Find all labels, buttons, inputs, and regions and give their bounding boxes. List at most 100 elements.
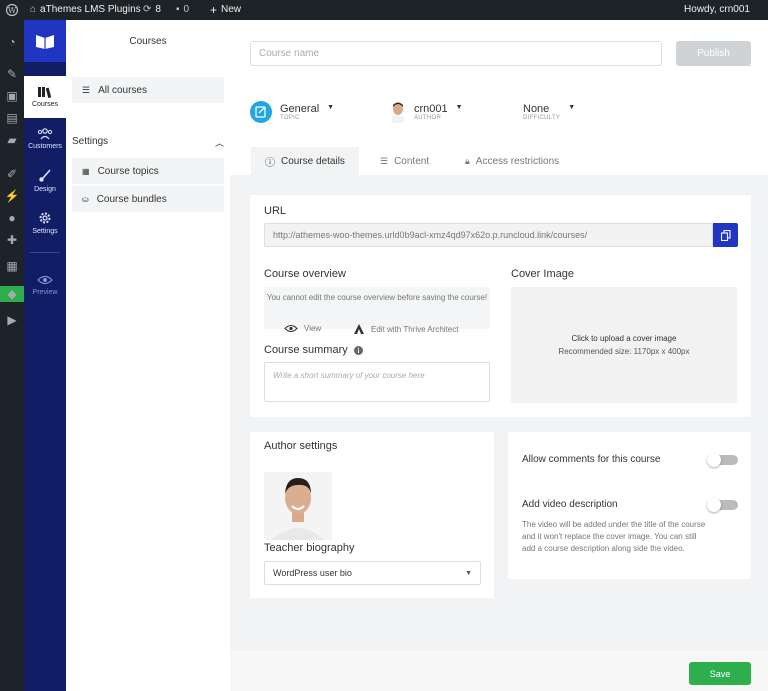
copy-url-button[interactable] — [713, 223, 738, 247]
new-content-link[interactable]: + New — [210, 0, 241, 20]
comments-link[interactable]: ▪ 0 — [176, 0, 189, 20]
my-account-link[interactable]: Howdy, crn001 — [684, 0, 750, 20]
allow-comments-toggle[interactable] — [707, 453, 738, 467]
sidebar-item-label: Course topics — [97, 165, 159, 177]
cover-label: Cover Image — [511, 268, 574, 280]
tab-label: Access restrictions — [475, 155, 560, 167]
teacher-bio-select[interactable]: WordPress user bio ▼ — [264, 561, 481, 585]
rail-courses[interactable]: Courses — [24, 76, 66, 118]
rail-label-courses: Courses — [31, 101, 59, 108]
users-menu-icon[interactable]: ● — [4, 210, 20, 226]
svg-text:W: W — [8, 6, 17, 15]
topic-value: General — [280, 102, 320, 115]
course-details-card: URL http://athemes-woo-themes.urld0b9acl… — [250, 195, 751, 417]
rail-label-preview: Preview — [32, 289, 58, 296]
video-help-text: The video will be added under the title … — [522, 520, 706, 553]
rail-preview[interactable]: Preview — [24, 264, 66, 306]
rail-label-design: Design — [34, 186, 56, 193]
topic-selector[interactable]: General TOPIC ▼ — [250, 100, 334, 124]
tab-label: Course details — [281, 155, 345, 167]
sidebar-title: Courses — [129, 36, 167, 47]
author-value: crn001 — [414, 102, 448, 115]
info-icon[interactable] — [353, 345, 363, 355]
overview-label: Course overview — [264, 268, 346, 280]
brush-icon — [39, 169, 51, 182]
author-settings-heading: Author settings — [264, 440, 338, 452]
author-settings-card: Author settings Teacher biography WordPr… — [250, 432, 494, 598]
sidebar-item-label: All courses — [98, 84, 147, 96]
dashboard-icon[interactable]: ◔ — [4, 34, 20, 50]
play-icon[interactable]: ▶ — [4, 312, 20, 328]
media-icon[interactable]: ▣ — [4, 88, 20, 104]
thrive-architect-icon — [354, 324, 364, 334]
topic-icon — [250, 101, 272, 123]
greeting: Howdy, crn001 — [684, 4, 750, 15]
lock-icon: 🔒︎ — [465, 155, 470, 166]
sidebar-item-label: Course bundles — [96, 193, 167, 205]
tab-course-details[interactable]: ⓘ Course details — [251, 147, 359, 175]
pages-icon[interactable]: ▤ — [4, 110, 20, 126]
url-label: URL — [264, 205, 287, 217]
rail-design[interactable]: Design — [24, 160, 66, 202]
url-field[interactable]: http://athemes-woo-themes.urld0b9acl-xmz… — [264, 223, 713, 247]
grid-icon: ▦ — [82, 166, 90, 176]
summary-label-row: Course summary — [264, 344, 363, 356]
comments-menu-icon[interactable]: ▰ — [4, 132, 20, 148]
wp-admin-menu: ◔ ✎ ▣ ▤ ▰ ✐ ⚡ ● ✚ ▦ ◆ ▶ — [0, 20, 24, 691]
settings-menu-icon[interactable]: ▦ — [4, 258, 20, 274]
edit-with-architect-link[interactable]: Edit with Thrive Architect — [354, 324, 458, 334]
site-name-link[interactable]: ⌂ aThemes LMS Plugins — [30, 0, 141, 20]
admin-bar: W ⌂ aThemes LMS Plugins ⟳ 8 ▪ 0 + New Ho… — [0, 0, 768, 20]
sidebar-item-course-topics[interactable]: ▦ Course topics — [72, 158, 224, 184]
eye-icon — [284, 324, 298, 333]
caret-down-icon: ▼ — [465, 569, 472, 577]
edit-label: Edit with Thrive Architect — [371, 324, 459, 334]
toggle-knob — [707, 498, 721, 512]
save-button[interactable]: Save — [689, 662, 751, 685]
toggle-knob — [707, 453, 721, 467]
refresh-icon: ⟳ — [143, 4, 152, 15]
cover-upload-text: Click to upload a cover image — [571, 334, 677, 343]
eye-icon — [37, 275, 53, 285]
rail-settings[interactable]: Settings — [24, 202, 66, 244]
view-link[interactable]: View — [284, 324, 321, 333]
teacher-bio-value: WordPress user bio — [273, 568, 352, 578]
course-name-input[interactable]: Course name — [250, 41, 662, 66]
users-icon — [37, 128, 53, 140]
sidebar-item-all-courses[interactable]: ☰ All courses — [72, 77, 224, 103]
video-description-label: Add video description — [522, 499, 618, 510]
difficulty-selector[interactable]: None DIFFICULTY ▼ — [523, 100, 575, 124]
main-panel: Course name Publish General TOPIC ▼ crn00… — [230, 20, 768, 691]
info-icon: ⓘ — [265, 157, 275, 169]
topic-caption: TOPIC — [280, 114, 300, 121]
tab-content[interactable]: ☰ Content — [366, 147, 443, 175]
publish-button[interactable]: Publish — [676, 41, 751, 66]
appearance-icon[interactable]: ✐ — [4, 166, 20, 182]
rail-customers[interactable]: Customers — [24, 118, 66, 160]
plugins-icon[interactable]: ⚡ — [4, 188, 20, 204]
settings-section-header[interactable]: Settings ︿ — [72, 136, 224, 149]
summary-textarea[interactable]: Write a short summary of your course her… — [264, 362, 490, 402]
author-caption: AUTHOR — [414, 114, 442, 121]
video-description-toggle[interactable] — [707, 498, 738, 512]
caret-down-icon: ▼ — [327, 103, 335, 111]
tab-access-restrictions[interactable]: 🔒︎ Access restrictions — [451, 147, 573, 175]
caret-down-icon: ▼ — [455, 103, 463, 111]
sidebar-item-course-bundles[interactable]: ⛀ Course bundles — [72, 186, 224, 212]
wordpress-logo-icon[interactable]: W — [6, 0, 18, 20]
site-name: aThemes LMS Plugins — [40, 4, 141, 15]
pin-icon[interactable]: ✎ — [4, 66, 20, 82]
author-selector[interactable]: crn001 AUTHOR ▼ — [390, 100, 463, 124]
summary-label: Course summary — [264, 344, 348, 356]
home-icon: ⌂ — [30, 4, 37, 15]
tools-icon[interactable]: ✚ — [4, 232, 20, 248]
teacher-photo — [264, 472, 332, 540]
thrive-apprentice-icon[interactable]: ◆ — [0, 286, 24, 302]
updates-link[interactable]: ⟳ 8 — [143, 0, 161, 20]
cover-upload-area[interactable]: Click to upload a cover image Recommende… — [511, 287, 737, 403]
gear-icon — [39, 212, 51, 224]
chevron-up-icon: ︿ — [214, 138, 224, 148]
difficulty-caption: DIFFICULTY — [523, 114, 561, 121]
bundle-icon: ⛀ — [82, 194, 89, 204]
new-label: New — [221, 4, 242, 15]
